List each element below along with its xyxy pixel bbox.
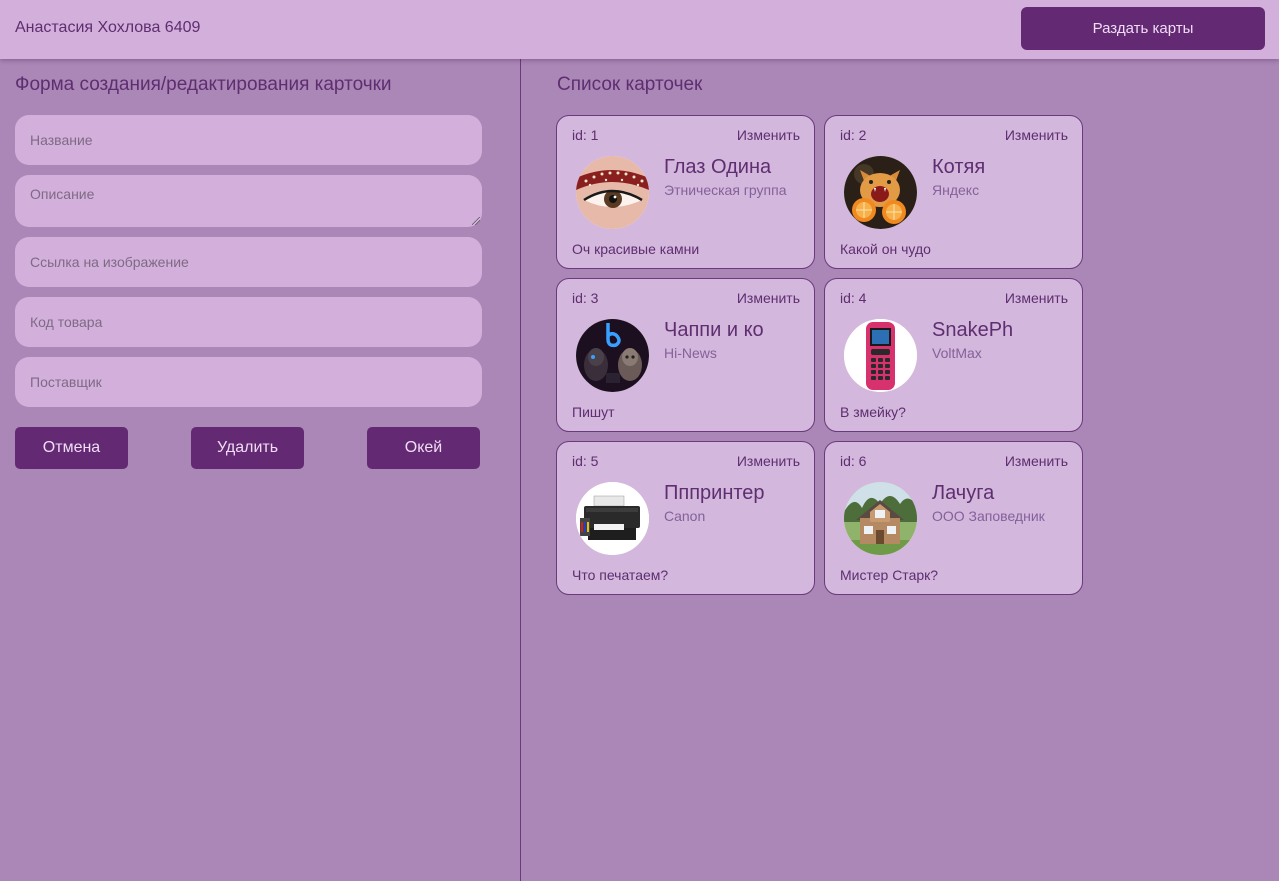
cancel-button[interactable]: Отмена	[15, 427, 128, 469]
card-description: Мистер Старк?	[840, 567, 939, 583]
description-textarea[interactable]: Описание	[15, 175, 482, 227]
card-description: Пишут	[572, 404, 615, 420]
supplier-placeholder: Поставщик	[30, 374, 102, 390]
card-name: Глаз Одина	[664, 156, 772, 178]
card-id: id: 6	[840, 453, 867, 469]
card-item: id: 4 Изменить SnakePh VoltMax В змейку?	[824, 278, 1083, 432]
eye-image	[576, 156, 649, 229]
card-group: VoltMax	[932, 345, 982, 361]
edit-button[interactable]: Изменить	[737, 127, 800, 143]
phone-image	[844, 319, 917, 392]
deal-cards-button[interactable]: Раздать карты	[1021, 7, 1265, 50]
user-name: Анастасия Хохлова 6409	[15, 19, 201, 36]
list-title: Список карточек	[557, 74, 703, 95]
card-description: Какой он чудо	[840, 241, 931, 257]
card-group: Этническая группа	[664, 182, 787, 198]
form-title: Форма создания/редактирования карточки	[15, 74, 392, 95]
description-placeholder: Описание	[30, 186, 95, 202]
card-item: id: 1 Изменить Глаз Одина Этническая гру…	[556, 115, 815, 269]
edit-button[interactable]: Изменить	[737, 290, 800, 306]
card-id: id: 5	[572, 453, 599, 469]
edit-button[interactable]: Изменить	[1005, 453, 1068, 469]
product-code-placeholder: Код товара	[30, 314, 103, 330]
edit-button[interactable]: Изменить	[1005, 290, 1068, 306]
card-id: id: 3	[572, 290, 599, 306]
card-description: Оч красивые камни	[572, 241, 700, 257]
card-item: id: 2 Изменить Котяя Яндекс Какой он чуд…	[824, 115, 1083, 269]
house-image	[844, 482, 917, 555]
image-link-placeholder: Ссылка на изображение	[30, 254, 189, 270]
edit-button[interactable]: Изменить	[1005, 127, 1068, 143]
robots-image	[576, 319, 649, 392]
card-name: SnakePh	[932, 319, 1014, 341]
card-item: id: 3 Изменить Чаппи и ко Hi-News Пишут	[556, 278, 815, 432]
delete-button[interactable]: Удалить	[191, 427, 304, 469]
printer-image	[576, 482, 649, 555]
card-group: Яндекс	[932, 182, 980, 198]
supplier-input[interactable]: Поставщик	[15, 357, 482, 407]
name-input[interactable]: Название	[15, 115, 482, 165]
edit-button[interactable]: Изменить	[737, 453, 800, 469]
card-id: id: 1	[572, 127, 599, 143]
resize-grip-icon[interactable]	[472, 217, 480, 225]
card-name: Пппринтер	[664, 482, 765, 504]
card-description: В змейку?	[840, 404, 906, 420]
name-placeholder: Название	[30, 132, 93, 148]
panel-divider	[520, 59, 521, 881]
card-description: Что печатаем?	[572, 567, 669, 583]
card-group: Hi-News	[664, 345, 717, 361]
kitten-image	[844, 156, 917, 229]
product-code-input[interactable]: Код товара	[15, 297, 482, 347]
card-group: ООО Заповедник	[932, 508, 1045, 524]
card-id: id: 2	[840, 127, 867, 143]
card-group: Canon	[664, 508, 706, 524]
image-link-input[interactable]: Ссылка на изображение	[15, 237, 482, 287]
ok-button[interactable]: Окей	[367, 427, 480, 469]
card-item: id: 5 Изменить Пппринтер Canon Что печат…	[556, 441, 815, 595]
card-id: id: 4	[840, 290, 867, 306]
card-name: Чаппи и ко	[664, 319, 764, 341]
card-name: Котяя	[932, 156, 986, 178]
card-item: id: 6 Изменить Лачуга ООО Заповедник Мис…	[824, 441, 1083, 595]
top-bar: Анастасия Хохлова 6409 Раздать карты	[0, 0, 1279, 59]
card-name: Лачуга	[932, 482, 995, 504]
